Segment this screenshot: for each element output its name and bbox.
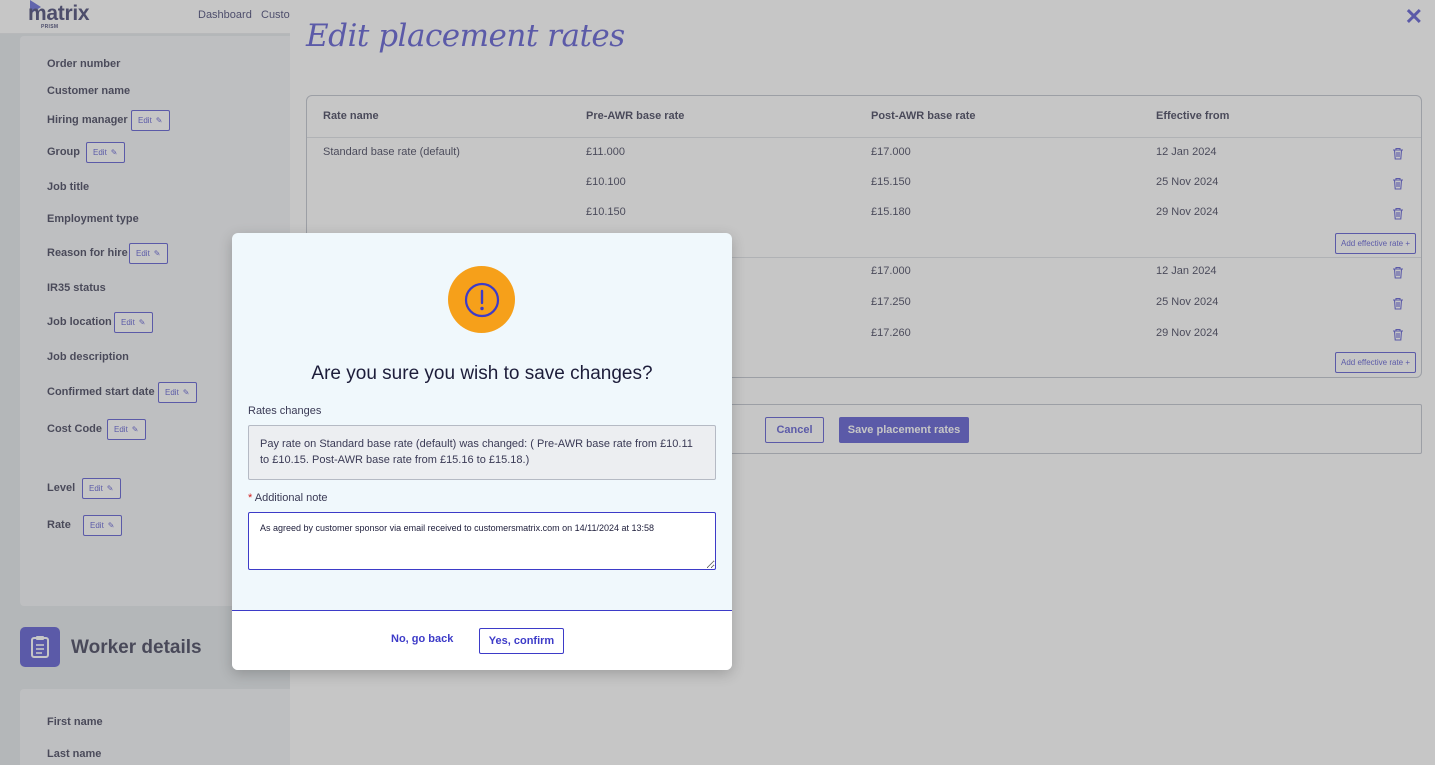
additional-note-text: Additional note (254, 492, 328, 504)
warning-icon (448, 266, 515, 333)
additional-note-input[interactable]: As agreed by customer sponsor via email … (248, 512, 716, 570)
dialog-title: Are you sure you wish to save changes? (311, 363, 653, 384)
dialog-footer: No, go back Yes, confirm (232, 610, 732, 670)
confirm-save-dialog: Are you sure you wish to save changes? R… (232, 233, 732, 670)
rates-changes-label: Rates changes (248, 405, 322, 417)
additional-note-label: * Additional note (248, 492, 328, 504)
rates-changes-summary: Pay rate on Standard base rate (default)… (248, 425, 716, 480)
yes-confirm-button[interactable]: Yes, confirm (479, 628, 564, 654)
no-go-back-button[interactable]: No, go back (391, 633, 453, 645)
required-marker: * (248, 492, 253, 504)
